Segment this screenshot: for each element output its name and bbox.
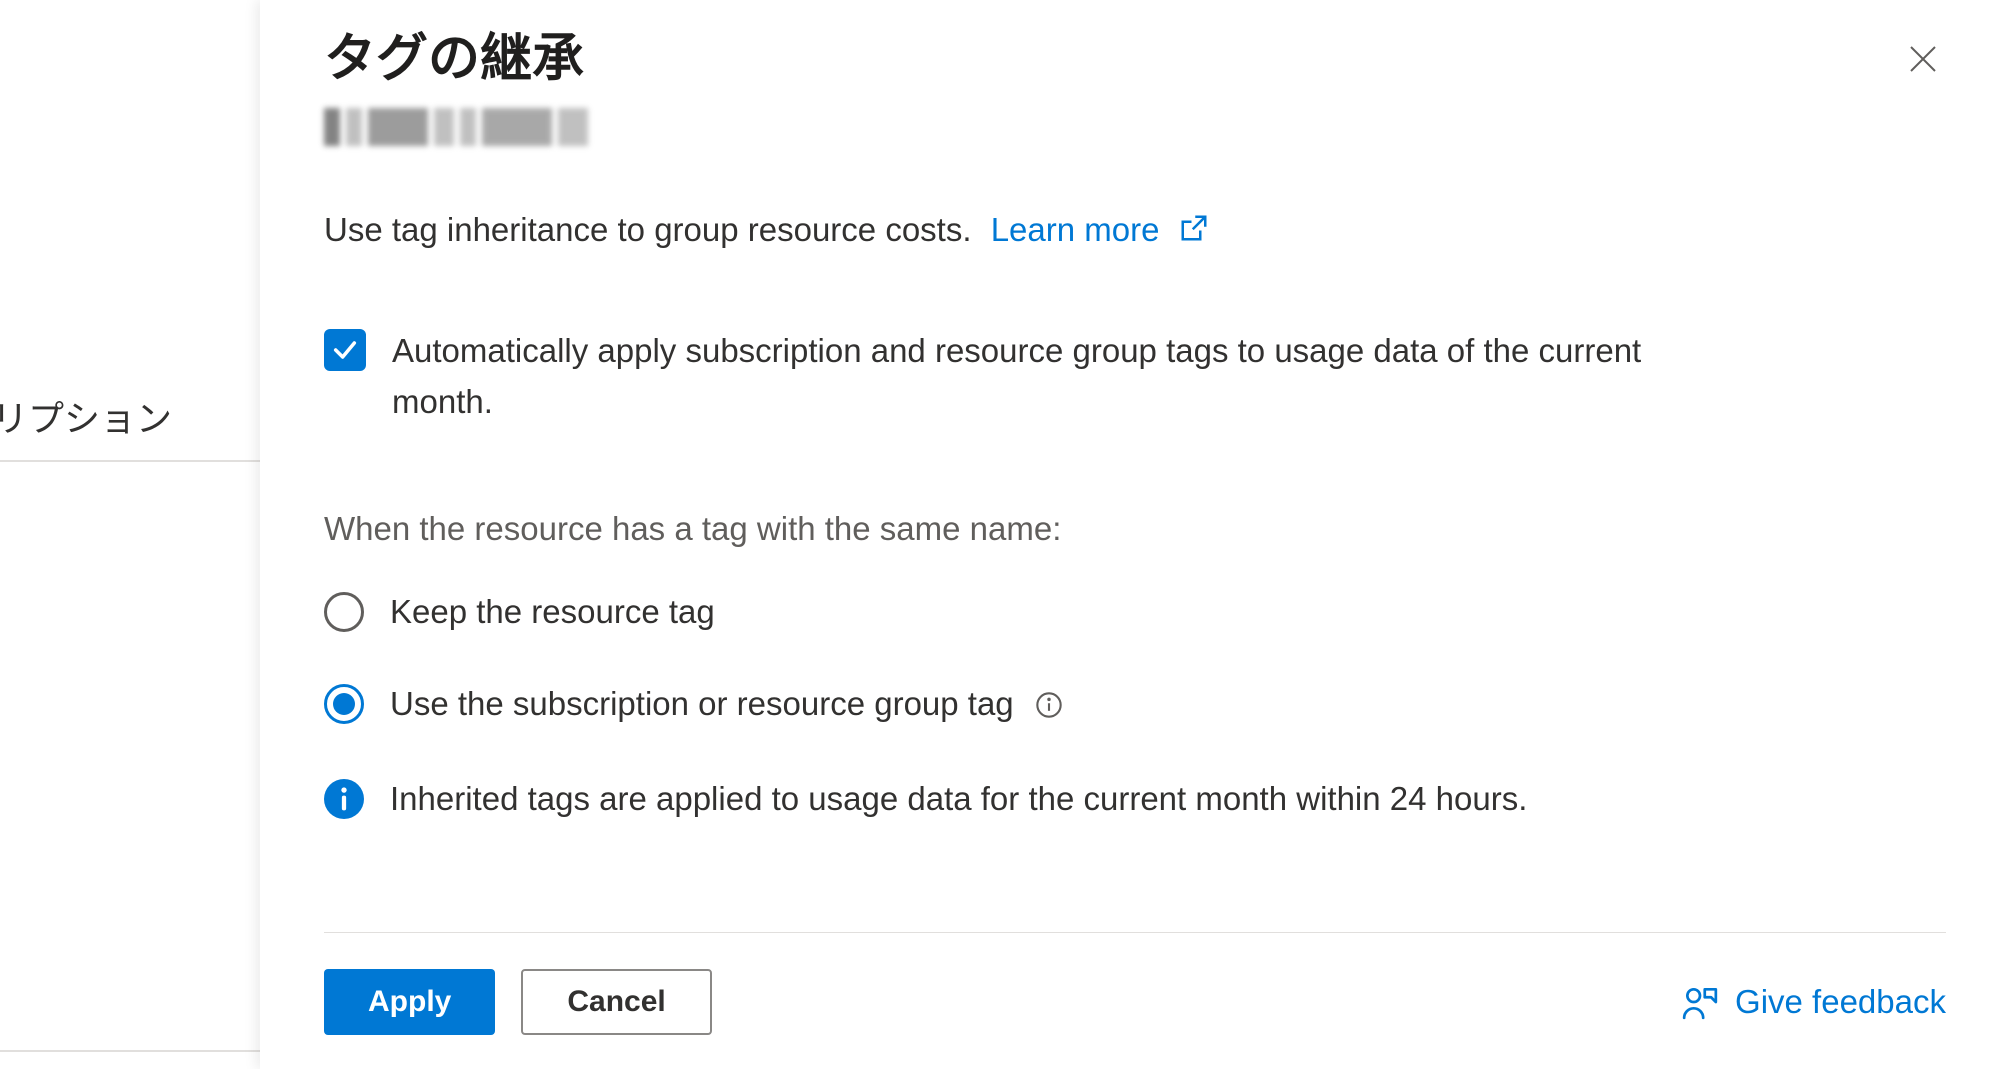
learn-more-label: Learn more — [991, 211, 1160, 248]
radio-label-text: Use the subscription or resource group t… — [390, 685, 1014, 722]
checkmark-icon — [331, 336, 359, 364]
sidebar-divider — [0, 460, 260, 462]
info-message-row: Inherited tags are applied to usage data… — [324, 776, 1936, 822]
radio-keep-resource-tag[interactable]: Keep the resource tag — [324, 592, 1936, 632]
radio-label: Keep the resource tag — [390, 593, 715, 631]
subtitle-redacted — [324, 108, 634, 146]
description-row: Use tag inheritance to group resource co… — [324, 208, 1936, 253]
radio-label: Use the subscription or resource group t… — [390, 685, 1063, 723]
auto-apply-checkbox[interactable] — [324, 329, 366, 371]
info-icon[interactable] — [1035, 691, 1063, 719]
background-sidebar: スクリプション — [0, 0, 260, 1069]
feedback-icon — [1681, 983, 1719, 1021]
tag-inheritance-panel: タグの継承 Use tag inheritance to group resou… — [260, 0, 2000, 1069]
radio-use-subscription-tag[interactable]: Use the subscription or resource group t… — [324, 684, 1936, 724]
sidebar-divider — [0, 1050, 260, 1052]
description-text: Use tag inheritance to group resource co… — [324, 211, 972, 248]
give-feedback-link[interactable]: Give feedback — [1681, 983, 1946, 1021]
close-button[interactable] — [1900, 36, 1946, 82]
apply-button[interactable]: Apply — [324, 969, 495, 1035]
panel-title: タグの継承 — [324, 28, 1936, 90]
give-feedback-label: Give feedback — [1735, 983, 1946, 1021]
cancel-button[interactable]: Cancel — [521, 969, 711, 1035]
footer-divider — [324, 932, 1946, 933]
radio-input[interactable] — [324, 592, 364, 632]
radio-group-heading: When the resource has a tag with the sam… — [324, 507, 1936, 552]
radio-input[interactable] — [324, 684, 364, 724]
sidebar-partial-text: スクリプション — [0, 390, 172, 442]
close-icon — [1905, 41, 1941, 77]
auto-apply-checkbox-row[interactable]: Automatically apply subscription and res… — [324, 325, 1936, 427]
external-link-icon — [1179, 213, 1209, 243]
learn-more-link[interactable]: Learn more — [991, 211, 1209, 248]
info-message-text: Inherited tags are applied to usage data… — [390, 776, 1527, 822]
panel-footer: Apply Cancel Give feedback — [324, 932, 1946, 1035]
info-icon — [324, 779, 364, 819]
tag-conflict-radio-group: Keep the resource tag Use the subscripti… — [324, 592, 1936, 724]
auto-apply-checkbox-label: Automatically apply subscription and res… — [392, 325, 1672, 427]
